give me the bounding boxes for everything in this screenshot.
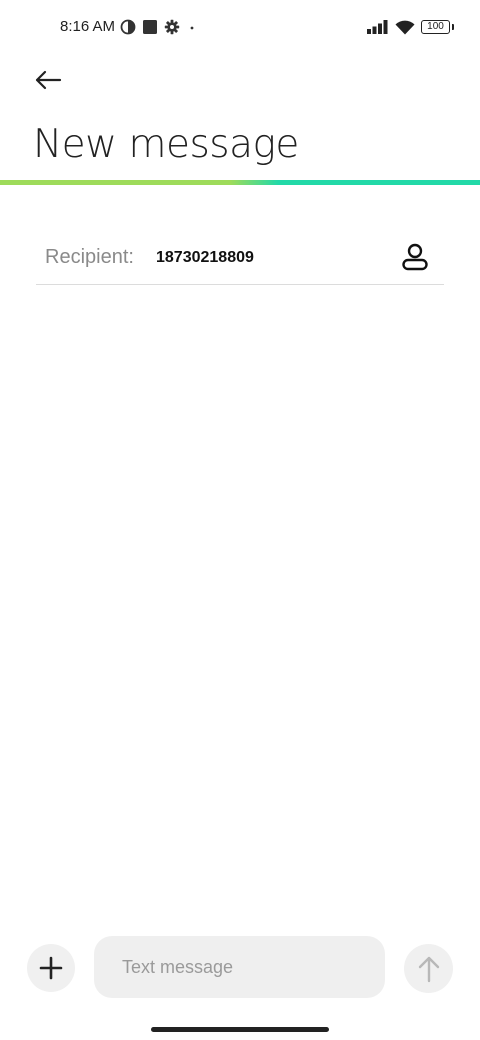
- new-message-screen: 8:16 AM 100 New message Recipient: 18730…: [0, 0, 480, 1040]
- recipient-value[interactable]: 18730218809: [156, 249, 254, 267]
- plus-icon: [39, 956, 63, 980]
- home-indicator[interactable]: [151, 1027, 329, 1032]
- status-time: 8:16 AM: [60, 18, 116, 35]
- signal-icon: [367, 20, 388, 34]
- person-icon: [402, 243, 428, 271]
- select-contact-button[interactable]: [398, 240, 432, 274]
- back-button[interactable]: [28, 62, 68, 98]
- square-notification-icon: [143, 20, 157, 34]
- status-icons-left: [120, 18, 196, 36]
- settings-gear-icon: [164, 19, 180, 35]
- data-saver-icon: [120, 19, 136, 35]
- status-icons-right: 100: [367, 17, 454, 37]
- wifi-icon: [395, 20, 415, 34]
- add-attachment-button[interactable]: [27, 944, 75, 992]
- title-accent-bar: [0, 180, 480, 185]
- send-button[interactable]: [404, 944, 453, 993]
- message-input[interactable]: [94, 936, 385, 998]
- status-bar: 8:16 AM 100: [0, 0, 480, 56]
- recipient-label: Recipient:: [45, 246, 134, 268]
- page-title: New message: [33, 122, 299, 167]
- arrow-left-icon: [35, 70, 62, 90]
- dot-icon: [190, 26, 194, 30]
- recipient-row[interactable]: Recipient: 18730218809: [36, 232, 444, 285]
- battery-icon: 100: [421, 20, 454, 34]
- arrow-up-icon: [418, 956, 439, 982]
- battery-level: 100: [427, 21, 444, 32]
